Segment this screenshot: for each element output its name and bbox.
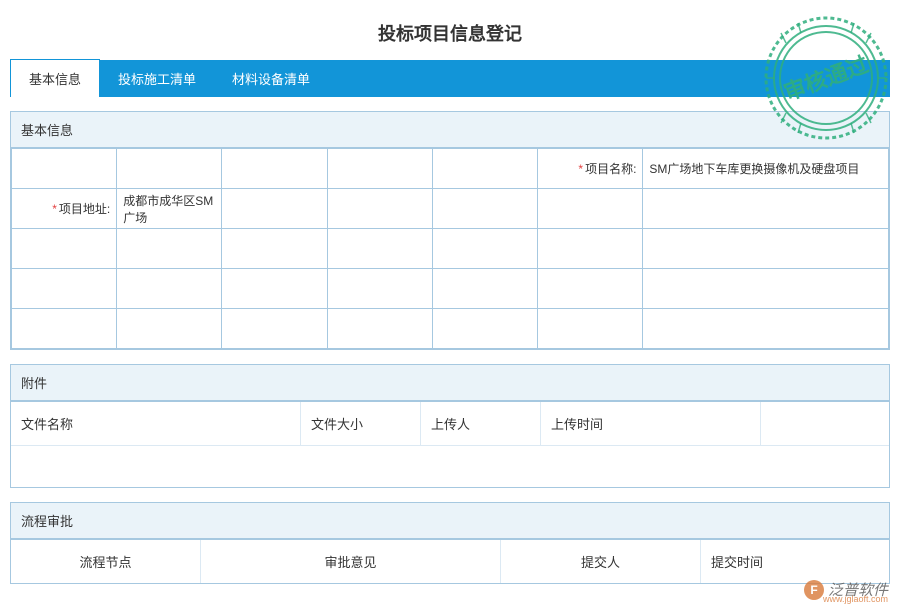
approval-header: 流程审批 [11, 503, 889, 539]
basic-info-table: *项目名称: SM广场地下车库更换摄像机及硬盘项目 *项目地址: 成都市成华区S… [11, 148, 889, 349]
attachments-empty-row [11, 445, 889, 487]
col-submit-time: 提交时间 [701, 540, 889, 583]
basic-info-header: 基本信息 [11, 112, 889, 148]
app-container: 投标项目信息登记 基本信息 投标施工清单 材料设备清单 基本信息 *项目名称: … [0, 0, 900, 594]
col-uploader: 上传人 [421, 402, 541, 445]
approval-columns: 流程节点 审批意见 提交人 提交时间 [11, 539, 889, 583]
table-row: *项目名称: SM广场地下车库更换摄像机及硬盘项目 [12, 149, 889, 189]
required-marker: * [52, 202, 57, 216]
brand-logo: F 泛普软件 www.jglaoft.com [804, 579, 888, 600]
attachments-columns: 文件名称 文件大小 上传人 上传时间 [11, 401, 889, 445]
col-actions [761, 402, 889, 445]
tab-bar: 基本信息 投标施工清单 材料设备清单 [10, 60, 890, 97]
table-row: *项目地址: 成都市成华区SM广场 [12, 189, 889, 229]
col-file-name: 文件名称 [11, 402, 301, 445]
col-submitter: 提交人 [501, 540, 701, 583]
required-marker: * [578, 162, 583, 176]
approval-section: 流程审批 流程节点 审批意见 提交人 提交时间 [10, 502, 890, 584]
tab-basic-info[interactable]: 基本信息 [10, 59, 100, 97]
project-name-label: *项目名称: [538, 149, 643, 189]
col-file-size: 文件大小 [301, 402, 421, 445]
col-opinion: 审批意见 [201, 540, 501, 583]
col-node: 流程节点 [11, 540, 201, 583]
page-title: 投标项目信息登记 [10, 10, 890, 60]
attachments-section: 附件 文件名称 文件大小 上传人 上传时间 [10, 364, 890, 488]
table-row [12, 309, 889, 349]
brand-url: www.jglaoft.com [823, 594, 888, 604]
col-upload-time: 上传时间 [541, 402, 761, 445]
tab-construction-list[interactable]: 投标施工清单 [100, 60, 214, 97]
attachments-header: 附件 [11, 365, 889, 401]
table-row [12, 229, 889, 269]
project-address-label: *项目地址: [12, 189, 117, 229]
basic-info-section: 基本信息 *项目名称: SM广场地下车库更换摄像机及硬盘项目 *项目地址: 成都… [10, 111, 890, 350]
tab-material-equipment[interactable]: 材料设备清单 [214, 60, 328, 97]
table-row [12, 269, 889, 309]
project-address-value: 成都市成华区SM广场 [117, 189, 222, 229]
project-name-value: SM广场地下车库更换摄像机及硬盘项目 [643, 149, 889, 189]
brand-logo-icon: F [804, 580, 824, 600]
